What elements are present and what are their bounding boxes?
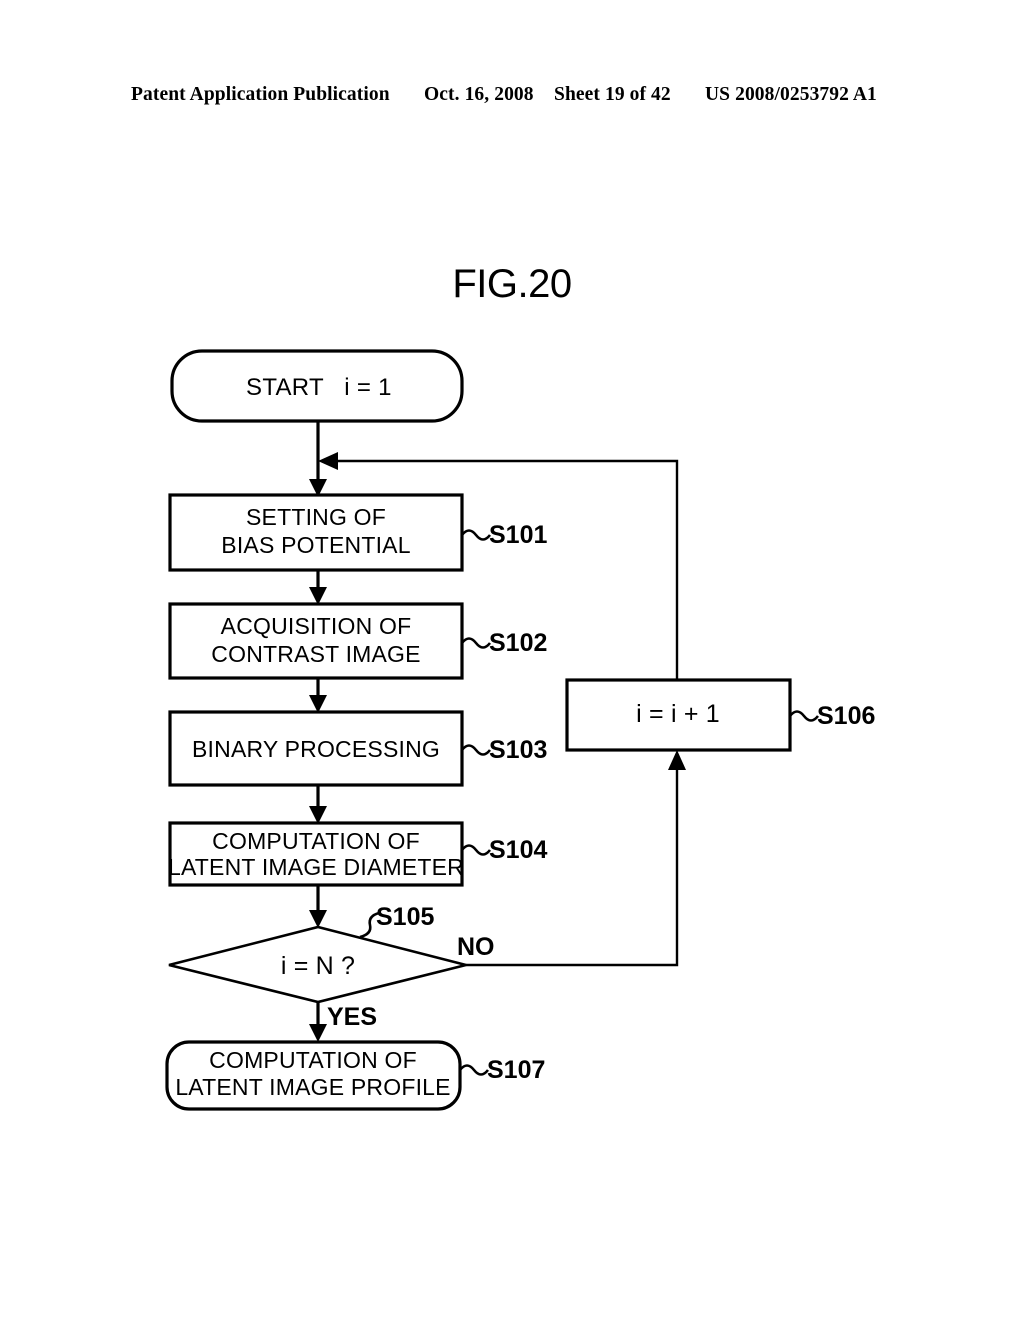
s104-label-line1: COMPUTATION OF — [212, 828, 420, 854]
s103-step-label: S103 — [489, 736, 547, 764]
arrowhead-down — [309, 587, 327, 605]
s106-squiggle-connector — [788, 710, 820, 722]
arrowhead-down — [309, 695, 327, 713]
flow-node-start: START i = 1 — [170, 349, 464, 423]
arrowhead-up — [668, 750, 686, 770]
s103-label-line1: BINARY PROCESSING — [192, 736, 440, 762]
s107-label-line2: LATENT IMAGE PROFILE — [175, 1074, 450, 1100]
flow-node-s103: BINARY PROCESSING S103 — [168, 710, 547, 787]
flow-node-s104: COMPUTATION OF LATENT IMAGE DIAMETER S10… — [168, 821, 547, 887]
arrowhead-left — [318, 452, 338, 470]
arrowhead-down — [309, 806, 327, 824]
s107-step-label: S107 — [487, 1056, 545, 1084]
s105-step-label: S105 — [376, 903, 434, 931]
s101-step-label: S101 — [489, 521, 547, 549]
flow-node-s107: COMPUTATION OF LATENT IMAGE PROFILE S107 — [165, 1040, 545, 1111]
patent-page: Patent Application Publication Oct. 16, … — [0, 0, 1024, 1320]
s104-squiggle-connector — [460, 844, 492, 856]
connector-s102-to-s103 — [309, 678, 327, 713]
s106-step-label: S106 — [817, 702, 875, 730]
s102-label-line2: CONTRAST IMAGE — [211, 641, 420, 667]
no-branch-label: NO — [457, 933, 495, 961]
arrowhead-down — [309, 910, 327, 928]
connector-s101-to-s102 — [309, 570, 327, 605]
s102-squiggle-connector — [460, 637, 492, 649]
connector-s104-to-decision — [309, 885, 327, 928]
flow-node-s102: ACQUISITION OF CONTRAST IMAGE S102 — [168, 602, 547, 680]
flow-node-s101: SETTING OF BIAS POTENTIAL S101 — [168, 493, 547, 572]
connector-s103-to-s104 — [309, 785, 327, 824]
s104-step-label: S104 — [489, 836, 547, 864]
s104-label-line2: LATENT IMAGE DIAMETER — [168, 854, 464, 880]
s103-squiggle-connector — [460, 744, 492, 756]
decision-label: i = N ? — [281, 952, 355, 980]
connector-yes-branch: YES — [309, 1002, 377, 1042]
s106-label: i = i + 1 — [636, 700, 720, 728]
s101-squiggle-connector — [460, 529, 492, 541]
flow-node-s106: i = i + 1 S106 — [565, 678, 875, 752]
s107-label-line1: COMPUTATION OF — [209, 1047, 417, 1073]
s101-label-line1: SETTING OF — [246, 504, 386, 530]
arrowhead-down — [309, 1024, 327, 1042]
s102-label-line1: ACQUISITION OF — [221, 613, 412, 639]
start-label-main: START — [246, 374, 324, 401]
s102-step-label: S102 — [489, 629, 547, 657]
s101-label-line2: BIAS POTENTIAL — [221, 532, 410, 558]
start-label-var: i = 1 — [344, 374, 392, 401]
flowchart: START i = 1 SETTING OF BIAS POTENTIAL S1… — [0, 0, 1024, 1320]
yes-branch-label: YES — [327, 1003, 377, 1031]
s107-squiggle-connector — [458, 1064, 490, 1076]
